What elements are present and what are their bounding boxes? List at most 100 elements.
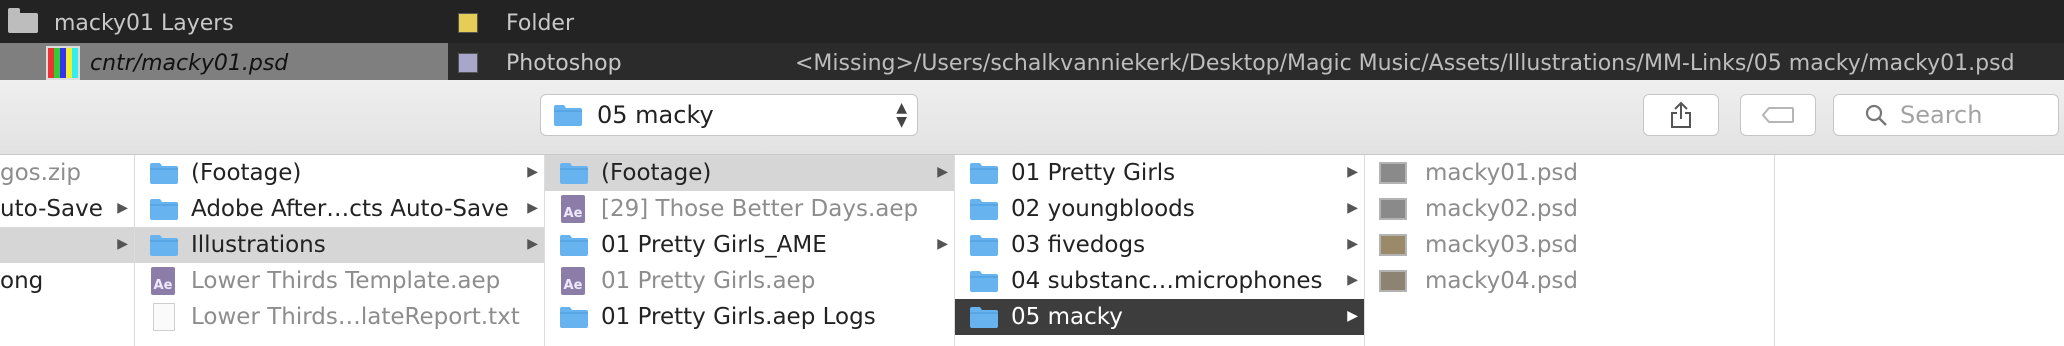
project-row-folder[interactable]: macky01 Layers Folder (0, 3, 2064, 43)
chevron-right-icon: ▶ (527, 200, 538, 216)
list-item[interactable]: 01 Pretty Girls ▶ (955, 155, 1364, 191)
folder-icon (560, 163, 588, 184)
column-4: macky01.psd macky02.psd macky03.psd mack… (1365, 155, 1775, 346)
list-item[interactable]: macky01.psd (1365, 155, 1774, 191)
folder-icon (150, 235, 178, 256)
project-item-label: cntr/macky01.psd (90, 50, 289, 76)
folder-icon (970, 271, 998, 292)
column-5 (1775, 155, 2064, 346)
project-item-name: cntr/macky01.psd (0, 43, 448, 83)
list-item[interactable]: 04 substanc…microphones ▶ (955, 263, 1364, 299)
search-icon (1865, 104, 1887, 126)
item-label: 03 fivedogs (1011, 232, 1146, 258)
item-label: Lower Thirds Template.aep (191, 268, 501, 294)
list-item[interactable]: 05 macky ▶ (955, 299, 1364, 335)
column-1: (Footage) ▶ Adobe After…cts Auto-Save ▶ Il… (135, 155, 545, 346)
project-panel: macky01 Layers Folder cntr/macky01.psd P… (0, 0, 2064, 83)
item-label: Adobe After…cts Auto-Save (191, 196, 509, 222)
list-item[interactable]: uto-Save ▶ (0, 191, 134, 227)
list-item[interactable]: 01 Pretty Girls.aep Logs (545, 299, 954, 335)
project-item-label: macky01 Layers (54, 10, 234, 36)
item-label: 01 Pretty Girls (1011, 160, 1176, 186)
list-item[interactable]: 02 youngbloods ▶ (955, 191, 1364, 227)
item-label: (Footage) (191, 160, 302, 186)
type-label: Photoshop (506, 50, 622, 76)
item-label: macky03.psd (1425, 232, 1579, 258)
tags-button[interactable] (1740, 94, 1816, 136)
list-item[interactable]: macky02.psd (1365, 191, 1774, 227)
list-item[interactable]: macky03.psd (1365, 227, 1774, 263)
psd-file-icon (1379, 270, 1407, 292)
column-3: 01 Pretty Girls ▶ 02 youngbloods ▶ 03 five… (955, 155, 1365, 346)
label-color-swatch[interactable] (458, 53, 478, 73)
item-label: uto-Save (0, 196, 103, 222)
column-2: (Footage) ▶ Ae [29] Those Better Days.aep… (545, 155, 955, 346)
item-label: Illustrations (191, 232, 326, 258)
folder-icon (8, 8, 38, 33)
list-item[interactable]: Ae 01 Pretty Girls.aep (545, 263, 954, 299)
folder-icon (970, 199, 998, 220)
item-label: macky01.psd (1425, 160, 1579, 186)
list-item[interactable]: ong (0, 263, 134, 299)
list-item[interactable]: ▶ (0, 227, 134, 263)
list-item[interactable]: Lower Thirds…lateReport.txt (135, 299, 544, 335)
list-item[interactable]: gos.zip (0, 155, 134, 191)
column-browser: gos.zip uto-Save ▶ ▶ ong (Footage) ▶ Adobe… (0, 155, 2064, 346)
item-label: [29] Those Better Days.aep (601, 196, 919, 222)
chevron-right-icon: ▶ (937, 164, 948, 180)
chevron-right-icon: ▶ (1347, 200, 1358, 216)
folder-icon (554, 105, 582, 126)
psd-file-icon (1379, 234, 1407, 256)
chevron-right-icon: ▶ (527, 164, 538, 180)
psd-file-icon (1379, 162, 1407, 184)
path-popup-label: 05 macky (597, 101, 714, 129)
item-label: 01 Pretty Girls_AME (601, 232, 827, 258)
chevron-right-icon: ▶ (117, 200, 128, 216)
missing-footage-icon (46, 46, 80, 80)
list-item[interactable]: (Footage) ▶ (135, 155, 544, 191)
tag-icon (1761, 107, 1794, 123)
list-item[interactable]: Ae Lower Thirds Template.aep (135, 263, 544, 299)
folder-icon (150, 199, 178, 220)
item-label: macky02.psd (1425, 196, 1579, 222)
psd-file-icon (1379, 198, 1407, 220)
chevron-right-icon: ▶ (117, 236, 128, 252)
chevron-right-icon: ▶ (1347, 164, 1358, 180)
folder-icon (970, 163, 998, 184)
after-effects-file-icon: Ae (561, 267, 585, 295)
folder-icon (970, 235, 998, 256)
item-label: 05 macky (1011, 304, 1123, 330)
chevron-right-icon: ▶ (1347, 272, 1358, 288)
list-item[interactable]: Illustrations ▶ (135, 227, 544, 263)
item-label: 01 Pretty Girls.aep Logs (601, 304, 876, 330)
chevron-right-icon: ▶ (937, 236, 948, 252)
finder-toolbar: 05 macky ▲ ▼ Search (0, 80, 2064, 155)
chevron-right-icon: ▶ (1347, 308, 1358, 324)
type-label: Folder (506, 10, 574, 36)
folder-icon (150, 163, 178, 184)
item-label: 02 youngbloods (1011, 196, 1195, 222)
share-button[interactable] (1643, 94, 1719, 136)
list-item[interactable]: 01 Pretty Girls_AME ▶ (545, 227, 954, 263)
chevron-right-icon: ▶ (527, 236, 538, 252)
list-item[interactable]: 03 fivedogs ▶ (955, 227, 1364, 263)
list-item[interactable]: macky04.psd (1365, 263, 1774, 299)
list-item[interactable]: (Footage) ▶ (545, 155, 954, 191)
project-item-type: Folder (458, 3, 574, 43)
project-item-name: macky01 Layers (0, 3, 448, 43)
label-color-swatch[interactable] (458, 13, 478, 33)
file-path: <Missing>/Users/schalkvanniekerk/Desktop… (795, 50, 2015, 76)
list-item[interactable]: Adobe After…cts Auto-Save ▶ (135, 191, 544, 227)
item-label: Lower Thirds…lateReport.txt (191, 304, 520, 330)
after-effects-file-icon: Ae (561, 195, 585, 223)
folder-icon (560, 235, 588, 256)
project-row-psd[interactable]: cntr/macky01.psd Photoshop <Missing>/Use… (0, 43, 2064, 83)
project-item-type: Photoshop (458, 43, 622, 83)
item-label: 01 Pretty Girls.aep (601, 268, 816, 294)
search-field[interactable]: Search (1833, 94, 2059, 136)
after-effects-file-icon: Ae (151, 267, 175, 295)
popup-arrows-icon: ▲ ▼ (896, 100, 907, 130)
item-label: (Footage) (601, 160, 712, 186)
path-popup-button[interactable]: 05 macky ▲ ▼ (540, 94, 918, 136)
list-item[interactable]: Ae [29] Those Better Days.aep (545, 191, 954, 227)
